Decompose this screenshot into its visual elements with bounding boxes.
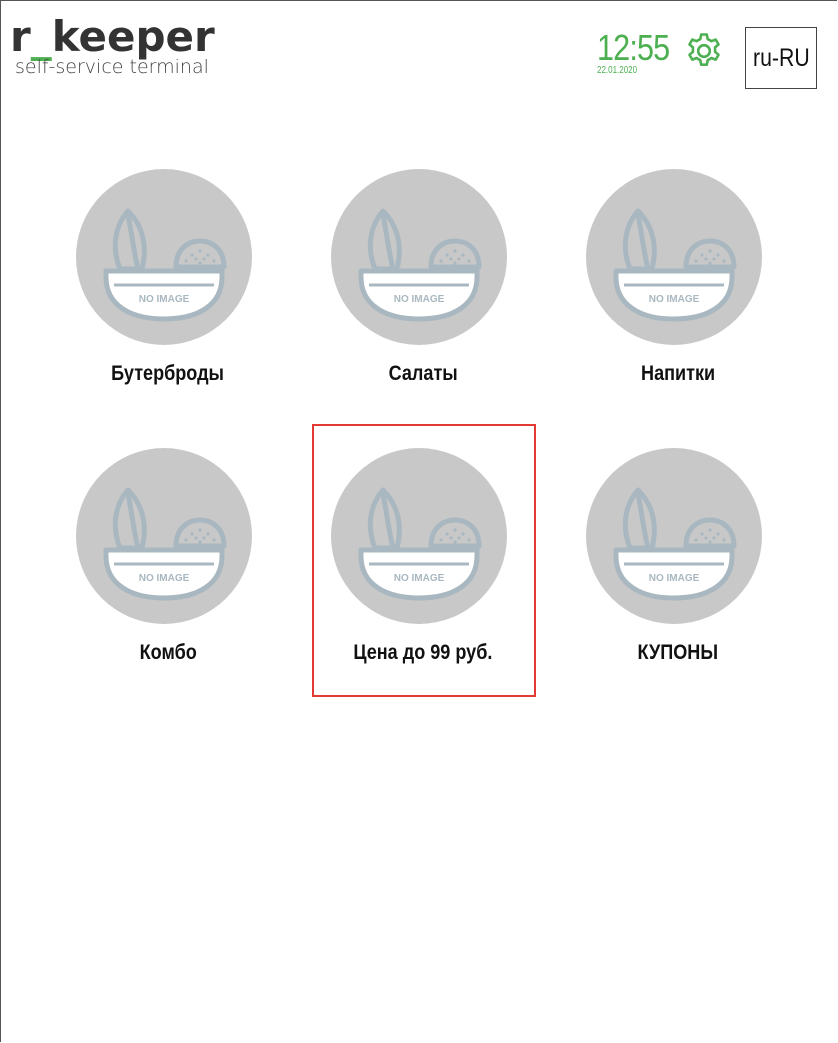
logo-subtitle: self-service terminal (15, 56, 209, 78)
svg-text:NO IMAGE: NO IMAGE (139, 294, 190, 305)
category-tile[interactable]: NO IMAGE Салаты (312, 169, 534, 439)
no-image-placeholder-icon: NO IMAGE (358, 208, 482, 322)
no-image-placeholder-icon: NO IMAGE (613, 487, 737, 601)
logo-wordmark: r_keeper (10, 12, 215, 61)
category-image: NO IMAGE (76, 448, 252, 624)
selection-highlight (312, 424, 536, 697)
clock-time: 12:55 (597, 27, 670, 68)
svg-text:NO IMAGE: NO IMAGE (649, 294, 700, 305)
category-image: NO IMAGE (331, 169, 507, 345)
svg-text:NO IMAGE: NO IMAGE (139, 573, 190, 584)
category-tile[interactable]: NO IMAGE Комбо (57, 448, 279, 718)
no-image-placeholder-icon: NO IMAGE (613, 208, 737, 322)
category-label: Напитки (640, 362, 716, 385)
category-image: NO IMAGE (586, 448, 762, 624)
clock: 12:55 22.01.2020 (597, 30, 677, 76)
no-image-placeholder-icon: NO IMAGE (103, 487, 227, 601)
settings-gear-icon[interactable] (684, 31, 724, 71)
svg-text:NO IMAGE: NO IMAGE (649, 573, 700, 584)
category-label: КУПОНЫ (637, 641, 719, 664)
no-image-placeholder-icon: NO IMAGE (103, 208, 227, 322)
category-tile[interactable]: NO IMAGE КУПОНЫ (567, 448, 789, 718)
language-button[interactable]: ru-RU (745, 27, 817, 89)
category-image: NO IMAGE (586, 169, 762, 345)
category-label: Бутерброды (111, 362, 225, 385)
category-label: Салаты (388, 362, 458, 385)
category-label: Комбо (139, 641, 197, 664)
clock-date: 22.01.2020 (597, 65, 638, 76)
category-image: NO IMAGE (76, 169, 252, 345)
language-label: ru-RU (752, 43, 810, 72)
svg-text:NO IMAGE: NO IMAGE (394, 294, 445, 305)
category-tile[interactable]: NO IMAGE Бутерброды (57, 169, 279, 439)
category-tile[interactable]: NO IMAGE Напитки (567, 169, 789, 439)
app-logo: r_keeper self-service terminal (10, 12, 215, 79)
